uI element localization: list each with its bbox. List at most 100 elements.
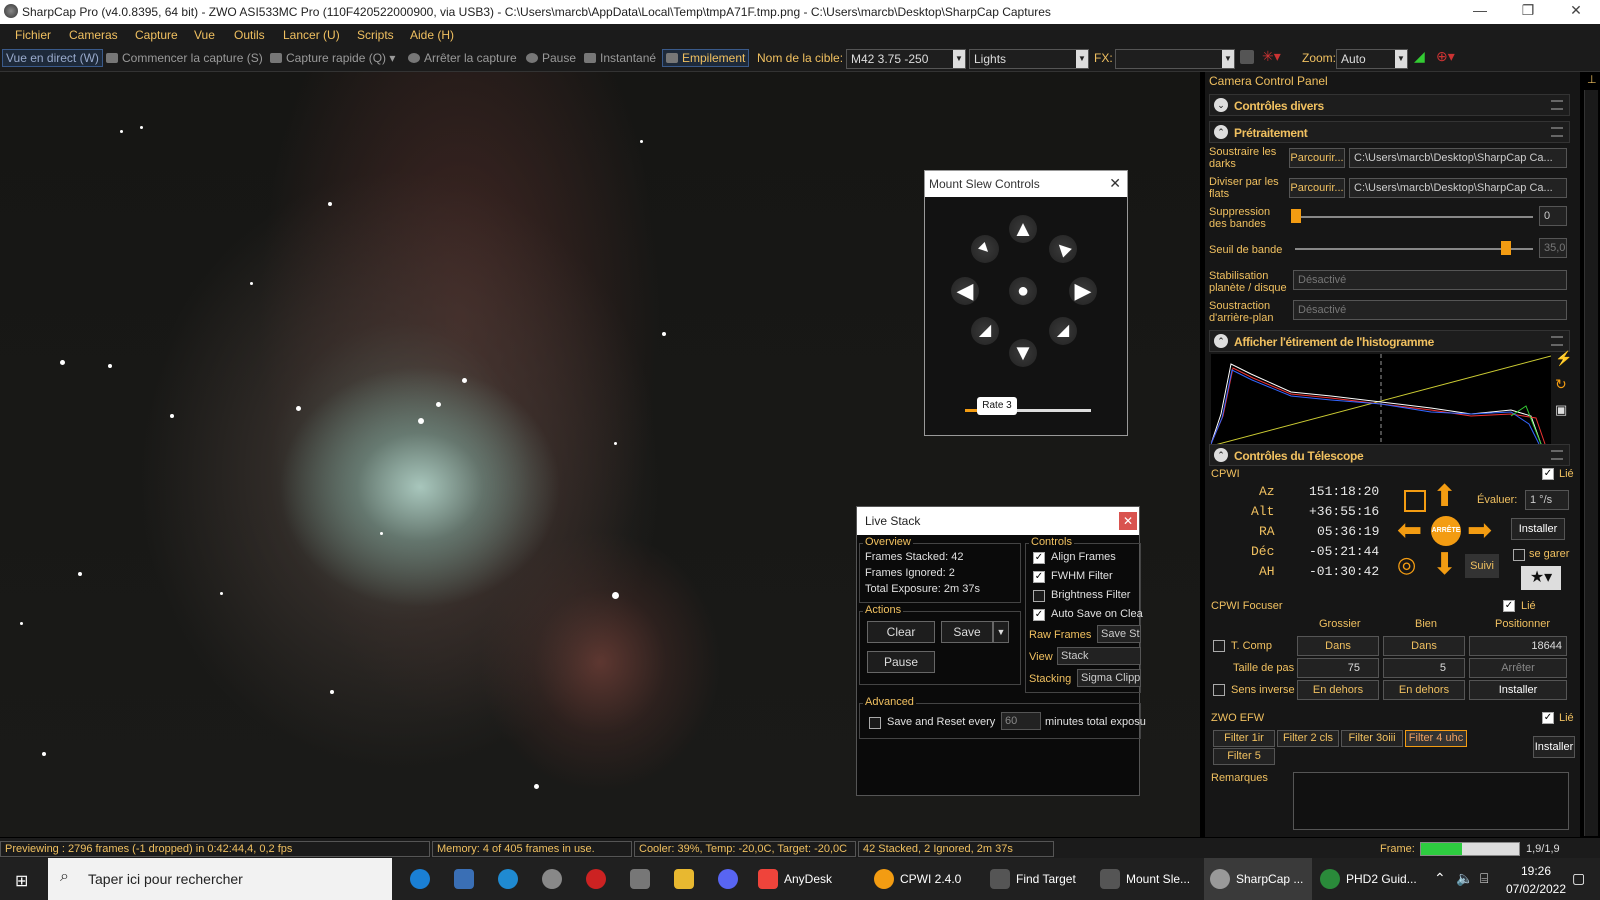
band-threshold-handle[interactable]: [1501, 241, 1511, 255]
slew-north-icon[interactable]: ⬆: [1432, 482, 1457, 512]
bg-subtraction-select[interactable]: Désactivé: [1293, 300, 1567, 320]
ccleaner-icon[interactable]: [492, 858, 526, 900]
taskbar-sharpcap[interactable]: SharpCap ...: [1204, 858, 1312, 900]
minimize-button[interactable]: —: [1458, 2, 1502, 18]
zoom-select[interactable]: Auto ▼: [1336, 49, 1408, 69]
slew-southwest-button[interactable]: ◢: [971, 317, 999, 345]
darks-path-select[interactable]: C:\Users\marcb\Desktop\SharpCap Ca...: [1349, 148, 1567, 168]
menu-capture[interactable]: Capture: [135, 28, 178, 42]
fx-select[interactable]: ▼: [1115, 49, 1235, 69]
maximize-button[interactable]: ❐: [1506, 2, 1550, 19]
view-select[interactable]: Stack: [1057, 647, 1141, 665]
menu-lancer[interactable]: Lancer (U): [283, 28, 340, 42]
tracking-button[interactable]: Suivi: [1465, 554, 1499, 578]
cpwi-linked-checkbox[interactable]: ✓: [1542, 468, 1554, 480]
section-preprocessing[interactable]: ⌃ Prétraitement: [1209, 121, 1570, 143]
stabilization-select[interactable]: Désactivé: [1293, 270, 1567, 290]
edge-icon[interactable]: [404, 858, 438, 900]
banding-slider-handle[interactable]: [1291, 209, 1301, 223]
home-target-icon[interactable]: ◎: [1397, 550, 1416, 580]
panel-scrollbar[interactable]: [1584, 90, 1598, 836]
quick-capture-button[interactable]: Capture rapide (Q) ▾: [270, 51, 395, 65]
efw-install-button[interactable]: Installer: [1533, 736, 1575, 758]
start-capture-button[interactable]: Commencer la capture (S): [106, 51, 263, 65]
target-name-select[interactable]: M42 3.75 -250 ▼: [846, 49, 966, 69]
clear-button[interactable]: Clear: [867, 621, 935, 643]
volume-icon[interactable]: 🔈: [1456, 870, 1473, 887]
menu-cameras[interactable]: Cameras: [69, 28, 118, 42]
focuser-install-button[interactable]: Installer: [1469, 680, 1567, 700]
reset-icon[interactable]: ↻: [1555, 377, 1567, 391]
chart-icon[interactable]: ◢: [1414, 48, 1425, 65]
close-button[interactable]: ✕: [1554, 2, 1598, 19]
pin-icon[interactable]: ⊥: [1587, 74, 1597, 86]
coarse-out-button[interactable]: En dehors: [1297, 680, 1379, 700]
pause-button[interactable]: Pause: [867, 651, 935, 673]
tcomp-checkbox[interactable]: [1213, 640, 1225, 652]
slew-east-icon[interactable]: ➡: [1467, 516, 1492, 546]
slew-east-button[interactable]: ▶: [1069, 277, 1097, 305]
darks-browse-button[interactable]: Parcourir...: [1289, 148, 1345, 168]
stacking-button[interactable]: Empilement: [662, 49, 750, 67]
flats-browse-button[interactable]: Parcourir...: [1289, 178, 1345, 198]
chevron-up-icon[interactable]: ⌃: [1434, 870, 1446, 887]
section-telescope[interactable]: ⌃ Contrôles du Télescope: [1209, 444, 1570, 466]
slew-west-icon[interactable]: ⬅: [1397, 516, 1422, 546]
filter-4-button[interactable]: Filter 4 uhc: [1405, 730, 1467, 747]
fine-out-button[interactable]: En dehors: [1383, 680, 1465, 700]
install-button[interactable]: Installer: [1511, 518, 1565, 540]
slew-northwest-button[interactable]: ▼: [965, 229, 1005, 269]
zoom-target-icon[interactable]: ⊕▾: [1436, 48, 1455, 65]
reverse-checkbox[interactable]: [1213, 684, 1225, 696]
clock-time[interactable]: 19:26: [1512, 864, 1560, 878]
menu-icon[interactable]: [1551, 336, 1563, 346]
taskbar-anydesk[interactable]: AnyDesk: [752, 858, 866, 900]
efw-linked-checkbox[interactable]: ✓: [1542, 712, 1554, 724]
star-target-icon[interactable]: ★▾: [1521, 566, 1561, 590]
stop-capture-button[interactable]: Arrêter la capture: [408, 51, 517, 65]
filter-5-button[interactable]: Filter 5: [1213, 748, 1275, 765]
save-button[interactable]: Save: [941, 621, 993, 643]
menu-aide[interactable]: Aide (H): [410, 28, 454, 42]
flats-path-select[interactable]: C:\Users\marcb\Desktop\SharpCap Ca...: [1349, 178, 1567, 198]
rate-select[interactable]: 1 °/s: [1525, 490, 1569, 510]
banding-value[interactable]: 0: [1539, 206, 1567, 226]
coarse-step-stepper[interactable]: 75: [1297, 658, 1379, 678]
menu-vue[interactable]: Vue: [194, 28, 215, 42]
band-threshold-value[interactable]: 35,0: [1539, 238, 1567, 258]
histogram-chart[interactable]: [1211, 354, 1551, 446]
histogram-icon[interactable]: [1240, 50, 1254, 64]
app-icon[interactable]: [580, 858, 614, 900]
raw-frames-select[interactable]: Save St: [1097, 625, 1141, 643]
fine-in-button[interactable]: Dans: [1383, 636, 1465, 656]
sync-icon[interactable]: [1404, 490, 1426, 512]
slew-south-icon[interactable]: ⬇: [1432, 550, 1457, 580]
app-icon[interactable]: [448, 858, 482, 900]
crosshair-icon[interactable]: ✳▾: [1262, 48, 1281, 65]
search-box[interactable]: ⌕ Taper ici pour rechercher: [48, 858, 392, 900]
menu-icon[interactable]: [1551, 450, 1563, 460]
telescope-stop-button[interactable]: ARRÊTE: [1431, 516, 1461, 546]
taskbar-phd2[interactable]: PHD2 Guid...: [1314, 858, 1426, 900]
slew-west-button[interactable]: ◀: [951, 277, 979, 305]
notes-textarea[interactable]: [1293, 772, 1569, 830]
align-frames-checkbox[interactable]: ✓: [1033, 552, 1045, 564]
fwhm-filter-checkbox[interactable]: ✓: [1033, 571, 1045, 583]
snapshot-button[interactable]: Instantané: [584, 51, 656, 65]
app-icon[interactable]: [624, 858, 658, 900]
notification-icon[interactable]: ▢: [1572, 870, 1585, 887]
clock-date[interactable]: 07/02/2022: [1502, 882, 1570, 896]
rate-slider-handle[interactable]: Rate 3: [977, 397, 1017, 415]
menu-outils[interactable]: Outils: [234, 28, 265, 42]
menu-fichier[interactable]: Fichier: [15, 28, 51, 42]
fine-step-stepper[interactable]: 5: [1383, 658, 1465, 678]
park-checkbox[interactable]: [1513, 549, 1525, 561]
position-input[interactable]: 18644: [1469, 636, 1567, 656]
save-reset-checkbox[interactable]: [869, 717, 881, 729]
save-dropdown-icon[interactable]: ▼: [993, 621, 1009, 643]
taskbar-mount-slew[interactable]: Mount Sle...: [1094, 858, 1202, 900]
app-icon[interactable]: [536, 858, 570, 900]
taskbar-cpwi[interactable]: CPWI 2.4.0: [868, 858, 982, 900]
filter-3-button[interactable]: Filter 3oiii: [1341, 730, 1403, 747]
coarse-in-button[interactable]: Dans: [1297, 636, 1379, 656]
